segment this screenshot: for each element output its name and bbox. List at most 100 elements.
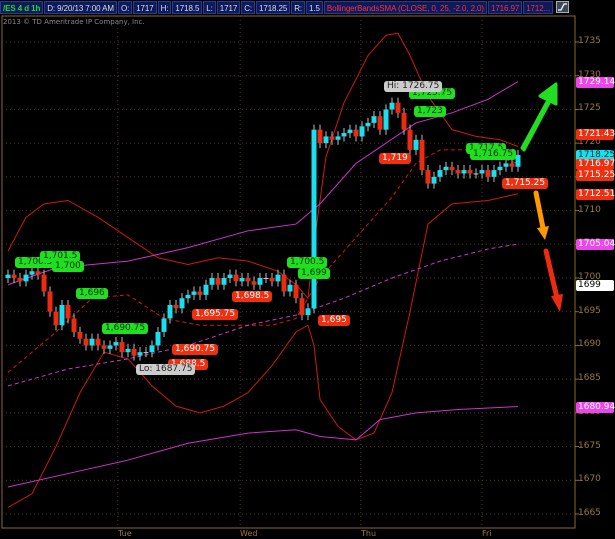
line-bb-upper	[7, 32, 519, 300]
candle-body	[107, 345, 113, 349]
y-tick-label: 1675	[578, 440, 601, 451]
callout-green: 1,696	[76, 288, 108, 299]
candle-body	[311, 129, 317, 309]
axis-price-tag: 1716.97	[576, 158, 615, 170]
callout-red: 1,695	[318, 315, 350, 326]
candle-body	[419, 139, 425, 171]
axis-price-tag: 1699	[576, 279, 614, 291]
candle-body	[125, 348, 131, 353]
candle-body	[299, 298, 305, 316]
candle-body	[371, 116, 377, 123]
red-arrow-head-icon	[551, 294, 563, 312]
close-value: 1718.25	[256, 1, 291, 14]
candle-body	[215, 278, 221, 285]
candle-body	[209, 278, 215, 285]
x-tick-tue: Tue	[118, 529, 132, 538]
candle-body	[101, 345, 107, 349]
chart-header: /ES 4 d 1h D: 9/20/13 7:00 AM O: 1717 H:…	[0, 0, 569, 15]
chart-style-icon	[557, 3, 567, 11]
candle-body	[443, 166, 449, 171]
candle-body	[353, 129, 359, 137]
candle-body	[65, 304, 71, 319]
candle-body	[425, 170, 431, 184]
candle-body	[461, 170, 467, 174]
candle-body	[437, 170, 443, 177]
candle-body	[509, 163, 515, 167]
callout-red: 1,715.25	[502, 178, 549, 189]
axis-price-tag: 1712.51	[576, 188, 615, 200]
y-tick-label: 1665	[578, 508, 601, 518]
axis-price-tag: 1715.25	[576, 170, 615, 182]
candle-body	[257, 278, 263, 285]
candle-body	[221, 278, 227, 285]
candle-body	[263, 278, 269, 280]
candle-body	[233, 274, 239, 282]
candle-body	[329, 136, 335, 140]
callout-red: 1,698.5	[232, 291, 273, 302]
callout-green: 1,723	[414, 106, 446, 117]
candle-body	[479, 170, 485, 174]
candle-body	[47, 291, 53, 312]
candle-body	[407, 129, 413, 150]
candle-body	[71, 318, 77, 332]
candle-body	[389, 102, 395, 110]
candle-body	[335, 136, 341, 140]
range-label: R:	[291, 1, 306, 14]
candle-body	[485, 170, 491, 177]
orange-arrow-icon	[533, 190, 546, 231]
candle-body	[275, 274, 281, 282]
candle-body	[29, 271, 35, 275]
y-tick-label: 1670	[578, 474, 601, 485]
candle-body	[143, 352, 149, 354]
candle-body	[503, 163, 509, 167]
line-bb-lower	[7, 193, 519, 508]
candle-body	[197, 291, 203, 295]
x-tick-wed: Wed	[240, 529, 258, 538]
candle-body	[17, 278, 23, 282]
candle-body	[89, 338, 95, 346]
candle-body	[173, 304, 179, 309]
candle-body	[113, 342, 119, 346]
candle-body	[317, 129, 323, 144]
candle-body	[179, 298, 185, 309]
orange-arrow-head-icon	[537, 226, 549, 240]
candle-body	[323, 136, 329, 144]
callout-green: 1,699	[298, 268, 330, 279]
candle-body	[347, 129, 353, 134]
copyright: 2013 © TD Ameritrade IP Company, Inc.	[3, 18, 145, 26]
candle-body	[497, 166, 503, 171]
chart-style-button[interactable]	[555, 1, 569, 13]
candle-body	[53, 311, 59, 326]
y-tick-label: 1695	[578, 305, 601, 316]
low-value: 1717	[216, 1, 241, 14]
candle-body	[155, 331, 161, 346]
candle-body	[5, 274, 11, 279]
close-label: C:	[241, 1, 255, 14]
candle-body	[413, 139, 419, 150]
symbol-label[interactable]: /ES 4 d 1h	[0, 1, 44, 14]
candle-body	[359, 126, 365, 137]
candle-body	[491, 170, 497, 177]
range-value: 1.5	[306, 1, 323, 14]
candle-body	[95, 338, 101, 346]
candle-body	[77, 331, 83, 339]
candle-body	[467, 170, 473, 174]
y-tick-label: 1685	[578, 373, 601, 384]
candle-body	[431, 176, 437, 184]
study-value-1: 1716.97	[487, 1, 523, 14]
candle-body	[305, 308, 311, 316]
callout-red: 1,695.75	[192, 309, 239, 320]
green-up-arrow-icon	[520, 82, 558, 152]
candle-body	[287, 284, 293, 292]
open-value: 1717	[133, 1, 157, 14]
axis-price-tag: 1729.14	[576, 76, 615, 88]
callout-green: 1,700.5	[287, 257, 328, 268]
candle-body	[191, 291, 197, 295]
study-label[interactable]: BollingerBandsSMA (CLOSE, 0, 25, -2.0, 2…	[323, 1, 487, 14]
candle-body	[449, 166, 455, 171]
axis-price-tag: 1721.43	[576, 128, 615, 140]
chart-frame	[1, 15, 576, 529]
candle-body	[281, 274, 287, 292]
candle-body	[245, 278, 251, 282]
x-tick-thu: Thu	[361, 529, 377, 538]
